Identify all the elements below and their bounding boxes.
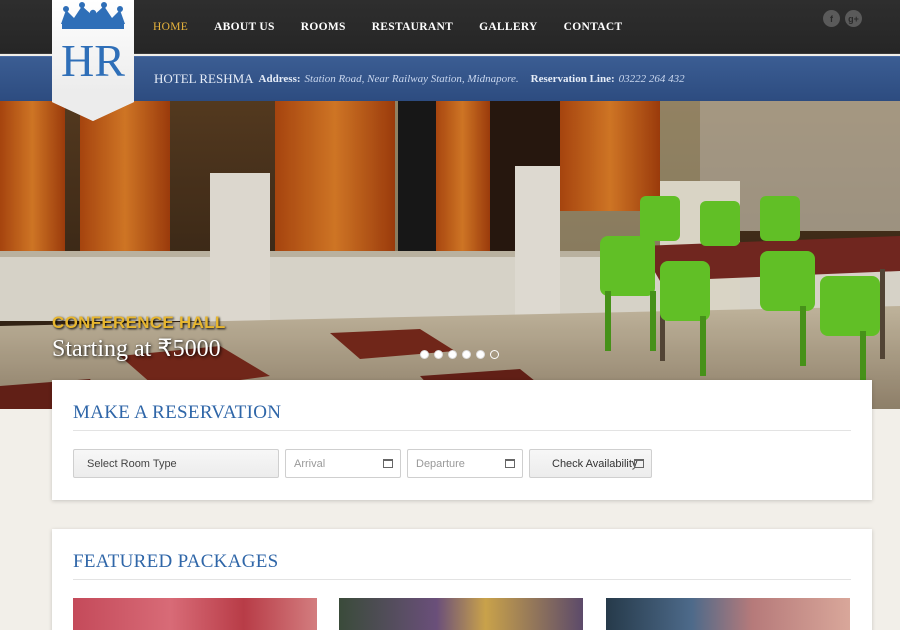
hotel-logo[interactable]: HR — [52, 0, 134, 122]
featured-heading: FEATURED PACKAGES — [73, 551, 279, 572]
slider-dot[interactable] — [448, 350, 457, 359]
divider — [73, 430, 851, 431]
hotel-name: HOTEL RESHMA — [154, 71, 254, 86]
departure-placeholder: Departure — [416, 457, 465, 470]
divider — [73, 579, 851, 580]
main-nav: HOME ABOUT US ROOMS RESTAURANT GALLERY C… — [140, 0, 635, 54]
reservation-panel: MAKE A RESERVATION Select Room Type Arri… — [52, 380, 872, 500]
arrival-date-input[interactable]: Arrival — [285, 449, 401, 478]
hero-title: CONFERENCE HALL — [52, 313, 226, 332]
reservation-phone: 03222 264 432 — [618, 73, 685, 85]
calendar-icon[interactable] — [505, 459, 515, 468]
slider-dot[interactable] — [434, 350, 443, 359]
nav-restaurant[interactable]: RESTAURANT — [359, 21, 466, 33]
package-thumbnail[interactable] — [339, 598, 583, 630]
logo-monogram: HR — [61, 35, 125, 86]
slider-dot[interactable] — [420, 350, 429, 359]
reservation-label: Reservation Line: — [530, 73, 615, 85]
calendar-icon — [634, 459, 644, 468]
nav-gallery[interactable]: GALLERY — [466, 21, 551, 33]
hero-caption: CONFERENCE HALL Starting at ₹5000 — [52, 313, 226, 363]
hero-subtitle: Starting at ₹5000 — [52, 336, 221, 362]
hero-slider: CONFERENCE HALL Starting at ₹5000 — [0, 101, 900, 409]
featured-packages-panel: FEATURED PACKAGES — [52, 529, 872, 630]
check-availability-button[interactable]: Check Availability — [529, 449, 652, 478]
logo-graphic: HR — [52, 0, 134, 121]
package-thumbnail[interactable] — [73, 598, 317, 630]
slider-dot[interactable] — [476, 350, 485, 359]
facebook-icon[interactable]: f — [823, 10, 840, 27]
nav-home[interactable]: HOME — [140, 21, 201, 33]
check-availability-label: Check Availability — [552, 457, 638, 470]
departure-date-input[interactable]: Departure — [407, 449, 523, 478]
nav-contact[interactable]: CONTACT — [551, 21, 636, 33]
slider-dots — [420, 350, 499, 359]
address-value: Station Road, Near Railway Station, Midn… — [304, 73, 519, 85]
info-bar: HOTEL RESHMA Address: Station Road, Near… — [0, 56, 900, 101]
package-thumbnail[interactable] — [606, 598, 850, 630]
reservation-heading: MAKE A RESERVATION — [73, 402, 282, 423]
top-navbar: HOME ABOUT US ROOMS RESTAURANT GALLERY C… — [0, 0, 900, 54]
slider-dot[interactable] — [462, 350, 471, 359]
calendar-icon[interactable] — [383, 459, 393, 468]
room-type-value: Select Room Type — [87, 457, 177, 470]
social-links: f g+ — [823, 10, 862, 27]
nav-about-us[interactable]: ABOUT US — [201, 21, 288, 33]
room-type-select[interactable]: Select Room Type — [73, 449, 279, 478]
address-label: Address: — [258, 73, 301, 85]
nav-rooms[interactable]: ROOMS — [288, 21, 359, 33]
google-plus-icon[interactable]: g+ — [845, 10, 862, 27]
arrival-placeholder: Arrival — [294, 457, 326, 470]
slider-dot-current[interactable] — [490, 350, 499, 359]
